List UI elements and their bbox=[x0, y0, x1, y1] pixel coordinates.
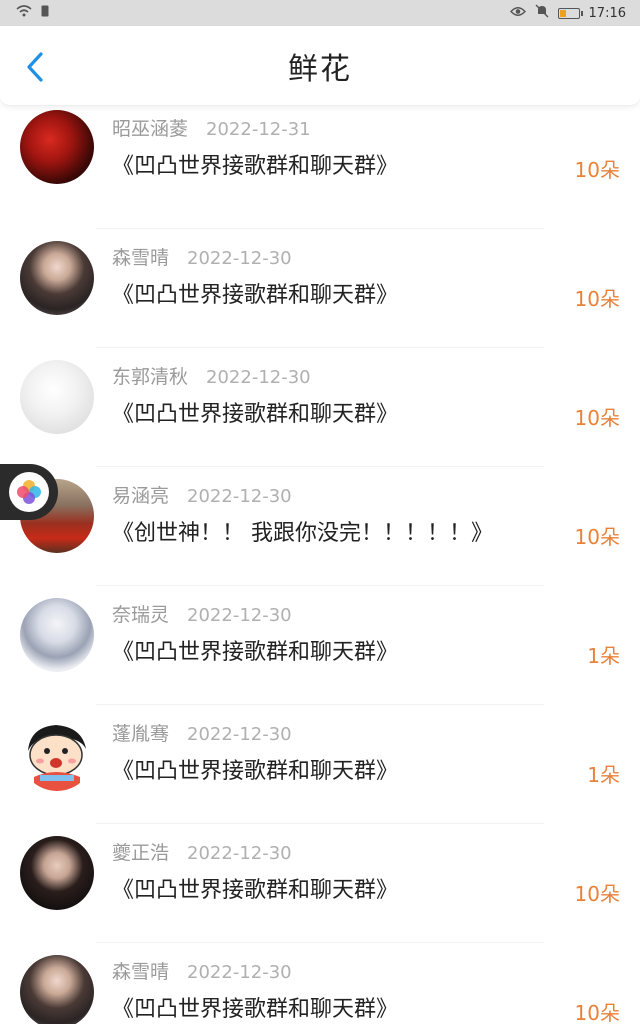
back-button[interactable] bbox=[18, 50, 52, 84]
song-title: 《凹凸世界接歌群和聊天群》 bbox=[112, 154, 399, 179]
list-item[interactable]: 奈瑞灵 2022-12-30 《凹凸世界接歌群和聊天群》 1朵 bbox=[0, 586, 640, 705]
flower-count: 10朵 bbox=[574, 287, 620, 311]
song-title: 《凹凸世界接歌群和聊天群》 bbox=[112, 997, 399, 1022]
status-bar: 17:16 bbox=[0, 0, 640, 26]
user-name: 夔正浩 bbox=[112, 842, 170, 864]
song-title: 《凹凸世界接歌群和聊天群》 bbox=[112, 640, 399, 665]
battery-icon bbox=[557, 7, 583, 19]
list-item[interactable]: 易涵亮 2022-12-30 《创世神！！ 我跟你没完！！！！！》 10朵 bbox=[0, 467, 640, 586]
list-item[interactable]: 昭巫涵菱 2022-12-31 《凹凸世界接歌群和聊天群》 10朵 bbox=[0, 110, 640, 229]
avatar bbox=[20, 110, 94, 184]
avatar bbox=[20, 241, 94, 315]
song-title: 《凹凸世界接歌群和聊天群》 bbox=[112, 878, 399, 903]
eye-icon bbox=[509, 6, 526, 21]
gift-date: 2022-12-30 bbox=[206, 367, 311, 388]
gift-date: 2022-12-30 bbox=[187, 486, 292, 507]
flower-count: 1朵 bbox=[587, 644, 620, 668]
gift-date: 2022-12-30 bbox=[187, 843, 292, 864]
gift-date: 2022-12-31 bbox=[206, 119, 311, 140]
list-item[interactable]: 森雪晴 2022-12-30 《凹凸世界接歌群和聊天群》 10朵 bbox=[0, 229, 640, 348]
flower-count: 1朵 bbox=[587, 763, 620, 787]
user-name: 昭巫涵菱 bbox=[112, 118, 189, 140]
gift-date: 2022-12-30 bbox=[187, 962, 292, 983]
list-item[interactable]: 夔正浩 2022-12-30 《凹凸世界接歌群和聊天群》 10朵 bbox=[0, 824, 640, 943]
status-time: 17:16 bbox=[588, 5, 626, 21]
flower-list: 昭巫涵菱 2022-12-31 《凹凸世界接歌群和聊天群》 10朵 森雪晴 20… bbox=[0, 106, 640, 1024]
flower-count: 10朵 bbox=[574, 1001, 620, 1024]
gift-date: 2022-12-30 bbox=[187, 248, 292, 269]
sim-icon bbox=[41, 5, 49, 21]
flower-count: 10朵 bbox=[574, 882, 620, 906]
page-title: 鲜花 bbox=[288, 51, 352, 87]
list-item[interactable]: 森雪晴 2022-12-30 《凹凸世界接歌群和聊天群》 10朵 bbox=[0, 943, 640, 1024]
song-title: 《凹凸世界接歌群和聊天群》 bbox=[112, 759, 399, 784]
avatar bbox=[20, 717, 94, 791]
flower-count: 10朵 bbox=[574, 406, 620, 430]
song-title: 《创世神！！ 我跟你没完！！！！！》 bbox=[112, 521, 493, 546]
flower-petals-icon bbox=[9, 472, 49, 512]
avatar bbox=[20, 836, 94, 910]
song-title: 《凹凸世界接歌群和聊天群》 bbox=[112, 402, 399, 427]
chevron-left-icon bbox=[27, 52, 43, 82]
user-name: 森雪晴 bbox=[112, 961, 170, 983]
list-item[interactable]: 蓬胤骞 2022-12-30 《凹凸世界接歌群和聊天群》 1朵 bbox=[0, 705, 640, 824]
user-name: 易涵亮 bbox=[112, 485, 170, 507]
song-title: 《凹凸世界接歌群和聊天群》 bbox=[112, 283, 399, 308]
gift-date: 2022-12-30 bbox=[187, 605, 292, 626]
gift-date: 2022-12-30 bbox=[187, 724, 292, 745]
list-item[interactable]: 东郭清秋 2022-12-30 《凹凸世界接歌群和聊天群》 10朵 bbox=[0, 348, 640, 467]
user-name: 东郭清秋 bbox=[112, 366, 189, 388]
avatar bbox=[20, 955, 94, 1024]
flower-count: 10朵 bbox=[574, 158, 620, 182]
flower-count: 10朵 bbox=[574, 525, 620, 549]
mute-bell-icon bbox=[535, 4, 549, 22]
avatar bbox=[20, 360, 94, 434]
wifi-icon bbox=[16, 5, 32, 21]
user-name: 森雪晴 bbox=[112, 247, 170, 269]
avatar bbox=[20, 598, 94, 672]
nav-bar: 鲜花 bbox=[0, 26, 640, 106]
user-name: 奈瑞灵 bbox=[112, 604, 170, 626]
user-name: 蓬胤骞 bbox=[112, 723, 170, 745]
floating-assistant-button[interactable] bbox=[0, 464, 58, 520]
